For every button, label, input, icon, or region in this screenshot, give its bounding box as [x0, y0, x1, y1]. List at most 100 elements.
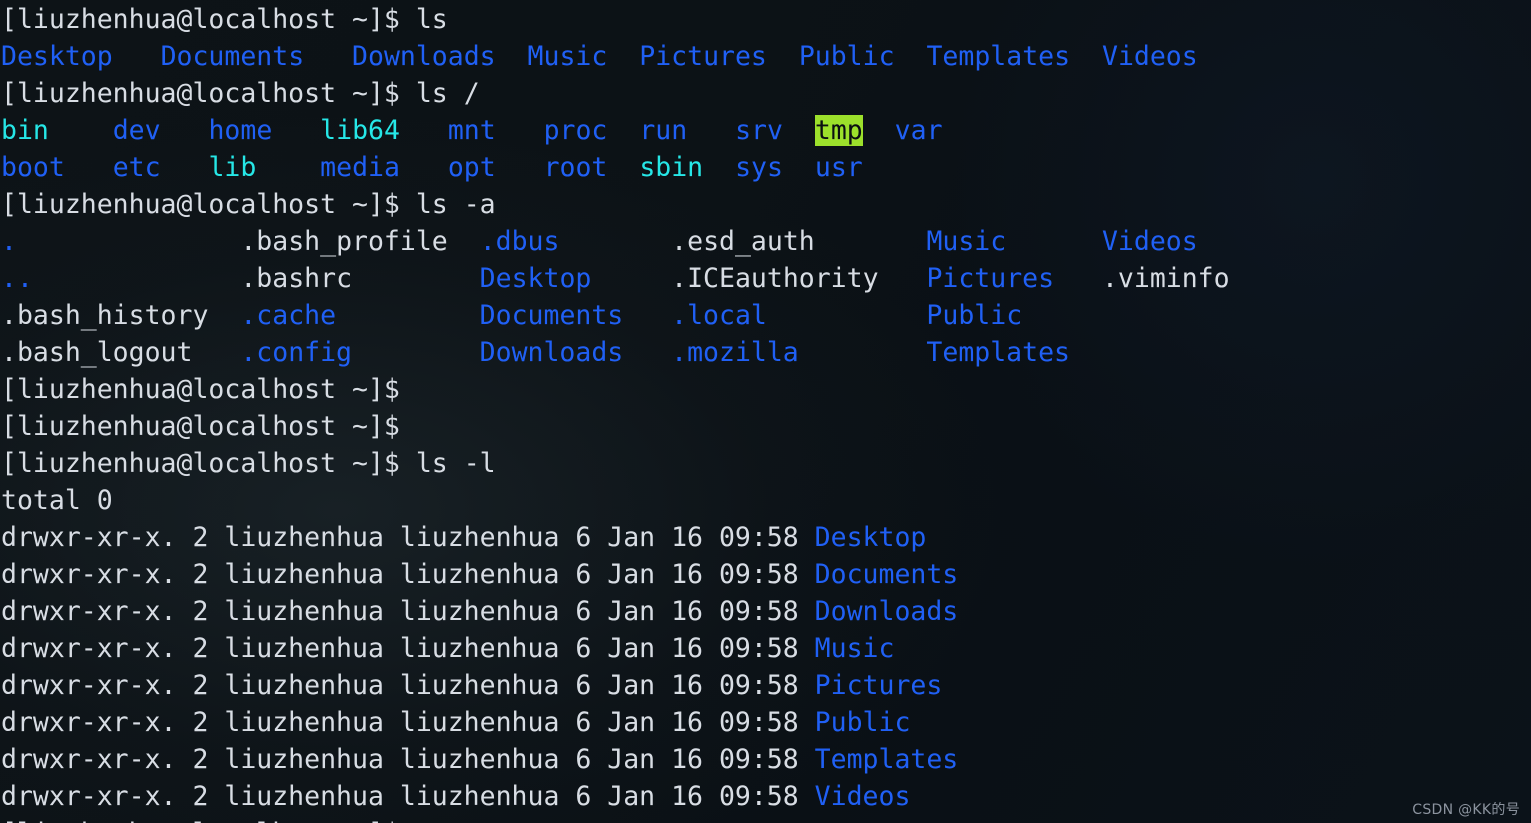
- directory-name: ..: [1, 263, 33, 294]
- sticky-dir-name: tmp: [814, 115, 863, 146]
- directory-name: media: [320, 152, 400, 183]
- terminal-window[interactable]: [liuzhenhua@localhost ~]$ ls Desktop Docu…: [0, 0, 1531, 823]
- directory-name: Music: [527, 41, 608, 72]
- terminal-text: drwxr-xr-x. 2 liuzhenhua liuzhenhua 6 Ja…: [1, 781, 815, 812]
- terminal-text: .bashrc: [240, 263, 353, 294]
- terminal-text: drwxr-xr-x. 2 liuzhenhua liuzhenhua 6 Ja…: [1, 744, 815, 775]
- directory-name: Downloads: [352, 41, 496, 72]
- terminal-prompt-line: [liuzhenhua@localhost ~]$ ls /: [1, 75, 1230, 112]
- terminal-prompt-line: [liuzhenhua@localhost ~]$ ls -a: [1, 186, 1230, 223]
- directory-name: Desktop: [479, 263, 592, 294]
- terminal-output-line: Desktop Documents Downloads Music Pictur…: [1, 38, 1230, 75]
- terminal-output-line: drwxr-xr-x. 2 liuzhenhua liuzhenhua 6 Ja…: [1, 593, 1230, 630]
- directory-name: .cache: [240, 300, 337, 331]
- terminal-prompt-line: [liuzhenhua@localhost ~]$ ls: [1, 1, 1230, 38]
- directory-name: dev: [112, 115, 161, 146]
- terminal-text: .bash_history: [1, 300, 209, 331]
- terminal-text: ls -l: [415, 448, 496, 479]
- directory-name: Videos: [1101, 41, 1198, 72]
- terminal-text: .ICEauthority: [671, 263, 879, 294]
- terminal-text: ls -a: [415, 189, 496, 220]
- terminal-text: [liuzhenhua@localhost ~]$: [1, 78, 416, 109]
- terminal-text: [liuzhenhua@localhost ~]$: [1, 411, 416, 442]
- symlink-name: lib: [208, 152, 257, 183]
- directory-name: run: [639, 115, 688, 146]
- symlink-name: lib64: [320, 115, 400, 146]
- terminal-prompt-line: [liuzhenhua@localhost ~]$ ls -l: [1, 445, 1230, 482]
- terminal-text: [liuzhenhua@localhost ~]$: [1, 818, 416, 823]
- csdn-watermark: CSDN @KK的号: [1412, 802, 1520, 818]
- terminal-output-line: .bash_history .cache Documents .local Pu…: [1, 297, 1230, 334]
- terminal-output-line: drwxr-xr-x. 2 liuzhenhua liuzhenhua 6 Ja…: [1, 667, 1230, 704]
- directory-name: usr: [814, 152, 863, 183]
- terminal-output-line: . .bash_profile .dbus .esd_auth Music Vi…: [1, 223, 1230, 260]
- directory-name: Videos: [814, 781, 911, 812]
- terminal-output-line: drwxr-xr-x. 2 liuzhenhua liuzhenhua 6 Ja…: [1, 630, 1230, 667]
- directory-name: Templates: [926, 41, 1071, 72]
- directory-name: home: [208, 115, 273, 146]
- terminal-text: [liuzhenhua@localhost ~]$: [1, 4, 416, 35]
- directory-name: Downloads: [479, 337, 624, 368]
- directory-name: Desktop: [814, 522, 927, 553]
- terminal-text: .esd_auth: [671, 226, 815, 257]
- terminal-output-line: drwxr-xr-x. 2 liuzhenhua liuzhenhua 6 Ja…: [1, 778, 1230, 815]
- terminal-output-line: boot etc lib media opt root sbin sys usr: [1, 149, 1230, 186]
- directory-name: Public: [926, 300, 1023, 331]
- directory-name: Videos: [1101, 226, 1198, 257]
- directory-name: mnt: [447, 115, 496, 146]
- terminal-output-line: .bash_logout .config Downloads .mozilla …: [1, 334, 1230, 371]
- symlink-name: sbin: [639, 152, 704, 183]
- directory-name: Music: [814, 633, 895, 664]
- directory-name: Pictures: [814, 670, 943, 701]
- terminal-text: drwxr-xr-x. 2 liuzhenhua liuzhenhua 6 Ja…: [1, 633, 815, 664]
- terminal-text: drwxr-xr-x. 2 liuzhenhua liuzhenhua 6 Ja…: [1, 670, 815, 701]
- directory-name: Music: [926, 226, 1007, 257]
- terminal-text: .bash_logout: [1, 337, 193, 368]
- directory-name: .local: [671, 300, 767, 331]
- terminal-text: total 0: [1, 485, 113, 516]
- terminal-output-line: drwxr-xr-x. 2 liuzhenhua liuzhenhua 6 Ja…: [1, 704, 1230, 741]
- directory-name: sys: [735, 152, 783, 183]
- directory-name: Templates: [926, 337, 1070, 368]
- terminal-screen[interactable]: [liuzhenhua@localhost ~]$ ls Desktop Docu…: [0, 0, 1230, 823]
- terminal-text: drwxr-xr-x. 2 liuzhenhua liuzhenhua 6 Ja…: [1, 596, 815, 627]
- terminal-output-line: total 0: [1, 482, 1230, 519]
- directory-name: Public: [814, 707, 911, 738]
- terminal-text: .viminfo: [1101, 263, 1230, 294]
- terminal-text: drwxr-xr-x. 2 liuzhenhua liuzhenhua 6 Ja…: [1, 522, 815, 553]
- terminal-text: drwxr-xr-x. 2 liuzhenhua liuzhenhua 6 Ja…: [1, 559, 815, 590]
- directory-name: .: [1, 226, 17, 257]
- directory-name: Pictures: [639, 41, 767, 72]
- directory-name: Pictures: [926, 263, 1055, 294]
- terminal-text: ls: [415, 4, 448, 35]
- terminal-prompt-line: [liuzhenhua@localhost ~]$: [1, 408, 1230, 445]
